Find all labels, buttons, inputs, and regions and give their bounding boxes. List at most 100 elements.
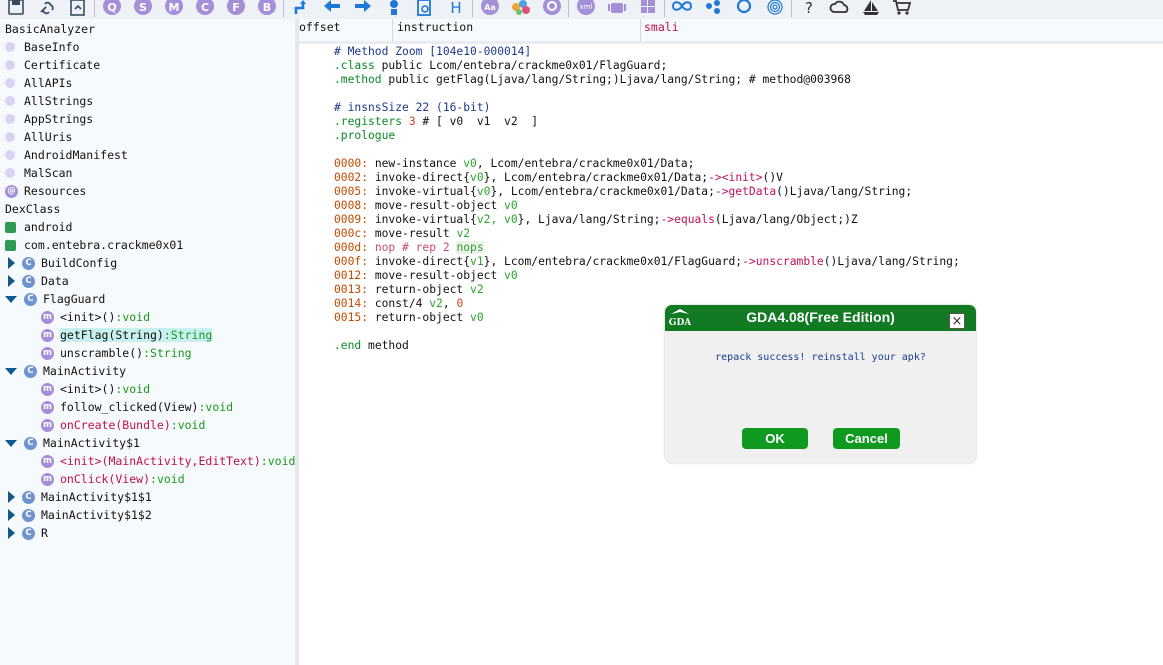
code-instruction[interactable]: 0012: move-result-object v0 — [334, 269, 518, 283]
toolbar-separator — [94, 0, 95, 17]
tree-class-mainactivity[interactable]: C MainActivity — [5, 362, 126, 380]
code-instruction[interactable]: 000f: invoke-direct{v1}, Lcom/entebra/cr… — [334, 255, 960, 269]
save-icon[interactable] — [0, 0, 31, 19]
tree-method-flagguard-init[interactable]: m <init>():void — [41, 308, 150, 326]
tree-method-follow-clicked[interactable]: m follow_clicked(View):void — [41, 398, 233, 416]
ship-icon[interactable] — [855, 0, 886, 19]
tree-class-r[interactable]: CR — [8, 524, 48, 542]
code-instruction[interactable]: 000c: move-result v2 — [334, 227, 470, 241]
tree-item-certificate[interactable]: Certificate — [5, 56, 100, 74]
tree-item-resources[interactable]: @ Resources — [5, 182, 86, 200]
fingerprint-icon[interactable] — [759, 0, 790, 19]
expand-arrow-icon[interactable] — [8, 275, 15, 287]
class-icon: C — [22, 256, 35, 270]
collapse-arrow-icon[interactable] — [5, 439, 17, 447]
search-file-icon[interactable] — [409, 0, 440, 19]
svg-text:F: F — [232, 1, 240, 14]
code-instruction[interactable]: 000d: nop # rep 2 nops — [334, 241, 484, 255]
tree-item-androidmanifest[interactable]: AndroidManifest — [5, 146, 128, 164]
open-file-icon[interactable] — [62, 0, 93, 19]
c-icon[interactable]: C — [189, 0, 220, 19]
expand-arrow-icon[interactable] — [8, 509, 15, 521]
column-instruction[interactable]: instruction — [397, 19, 473, 43]
code-instruction[interactable]: 0005: invoke-virtual{v0}, Lcom/entebra/c… — [334, 185, 912, 199]
network-icon[interactable] — [697, 0, 728, 19]
back-arrow-icon[interactable] — [316, 0, 347, 19]
method-return: :void — [198, 400, 234, 414]
h-icon[interactable]: H — [440, 0, 471, 19]
svg-text:S: S — [139, 1, 147, 14]
method-icon: m — [41, 346, 54, 360]
method-name: <init>() — [60, 382, 116, 396]
column-smali[interactable]: smali — [644, 19, 679, 43]
s-icon[interactable]: S — [127, 0, 158, 19]
dialog-titlebar[interactable]: GDA GDA4.08(Free Edition) × — [665, 305, 976, 331]
tree-method-oncreate[interactable]: m onCreate(Bundle):void — [41, 416, 205, 434]
m-icon[interactable]: M — [158, 0, 189, 19]
b-icon[interactable]: B — [251, 0, 282, 19]
infinity-icon[interactable] — [666, 0, 697, 19]
tree-label: AllStrings — [24, 94, 94, 108]
tree-class-buildconfig[interactable]: C BuildConfig — [8, 254, 117, 272]
tree-label: Certificate — [24, 58, 101, 72]
link-icon[interactable] — [31, 0, 62, 19]
expand-arrow-icon[interactable] — [8, 257, 15, 269]
tree-class-data[interactable]: C Data — [8, 272, 69, 290]
tree-label: Data — [41, 274, 69, 288]
font-icon[interactable]: Aa — [474, 0, 505, 19]
forward-arrow-icon[interactable] — [347, 0, 378, 19]
help-icon[interactable]: ? — [793, 0, 824, 19]
cancel-button[interactable]: Cancel — [833, 428, 900, 449]
xml-icon[interactable]: xml — [570, 0, 601, 19]
method-icon: m — [41, 328, 54, 342]
expand-arrow-icon[interactable] — [8, 527, 15, 539]
tree-method-ma1-init[interactable]: m <init>(MainActivity,EditText):void — [41, 452, 295, 470]
circle-icon — [5, 168, 15, 178]
tree-method-unscramble[interactable]: m unscramble():String — [41, 344, 192, 362]
cart-icon[interactable] — [886, 0, 917, 19]
position-icon[interactable] — [378, 0, 409, 19]
column-offset[interactable]: offset — [299, 19, 341, 43]
expand-arrow-icon[interactable] — [8, 491, 15, 503]
tree-method-mainactivity-init[interactable]: m <init>():void — [41, 380, 150, 398]
tree-item-allstrings[interactable]: AllStrings — [5, 92, 93, 110]
code-line-registers: .registers 3 # [ v0 v1 v2 ] — [334, 115, 539, 128]
close-button[interactable]: × — [949, 313, 965, 329]
code-instruction[interactable]: 0015: return-object v0 — [334, 311, 484, 325]
tree-item-allapis[interactable]: AllAPIs — [5, 74, 72, 92]
tree-item-alluris[interactable]: AllUris — [5, 128, 72, 146]
tree-class-flagguard[interactable]: C FlagGuard — [5, 290, 105, 308]
code-instruction[interactable]: 0014: const/4 v2, 0 — [334, 297, 463, 311]
tree-method-onclick[interactable]: m onClick(View):void — [41, 470, 185, 488]
code-instruction[interactable]: 0013: return-object v2 — [334, 283, 484, 297]
android-icon[interactable] — [601, 0, 632, 19]
settings-icon[interactable] — [536, 0, 567, 19]
code-instruction[interactable]: 0000: new-instance v0, Lcom/entebra/crac… — [334, 157, 695, 171]
tree-dexclass[interactable]: DexClass — [5, 200, 60, 218]
tree-package-main[interactable]: com.entebra.crackme0x01 — [5, 236, 183, 254]
graph-icon[interactable] — [505, 0, 536, 19]
tree-package-android[interactable]: android — [5, 218, 72, 236]
windows-icon[interactable] — [632, 0, 663, 19]
code-instruction[interactable]: 0008: move-result-object v0 — [334, 199, 518, 213]
ok-button[interactable]: OK — [742, 428, 808, 449]
svg-text:xml: xml — [579, 3, 592, 11]
method-return: :void — [150, 472, 185, 486]
tree-method-getflag[interactable]: m getFlag(String):String — [41, 326, 213, 344]
code-instruction[interactable]: 0009: invoke-virtual{v2, v0}, Ljava/lang… — [334, 213, 858, 227]
tree-class-mainactivity1[interactable]: C MainActivity$1 — [5, 434, 140, 452]
jump-icon[interactable] — [285, 0, 316, 19]
f-icon[interactable]: F — [220, 0, 251, 19]
tree-item-malscan[interactable]: MalScan — [5, 164, 72, 182]
refresh-icon[interactable] — [728, 0, 759, 19]
cloud-icon[interactable] — [824, 0, 855, 19]
collapse-arrow-icon[interactable] — [5, 367, 17, 375]
code-instruction[interactable]: 0002: invoke-direct{v0}, Lcom/entebra/cr… — [334, 171, 783, 185]
q-icon[interactable]: Q — [96, 0, 127, 19]
tree-basic-analyzer[interactable]: BasicAnalyzer — [5, 20, 95, 38]
collapse-arrow-icon[interactable] — [5, 295, 17, 303]
tree-class-mainactivity11[interactable]: C MainActivity$1$1 — [8, 488, 152, 506]
tree-item-appstrings[interactable]: AppStrings — [5, 110, 93, 128]
tree-item-baseinfo[interactable]: BaseInfo — [5, 38, 79, 56]
tree-class-mainactivity12[interactable]: C MainActivity$1$2 — [8, 506, 152, 524]
